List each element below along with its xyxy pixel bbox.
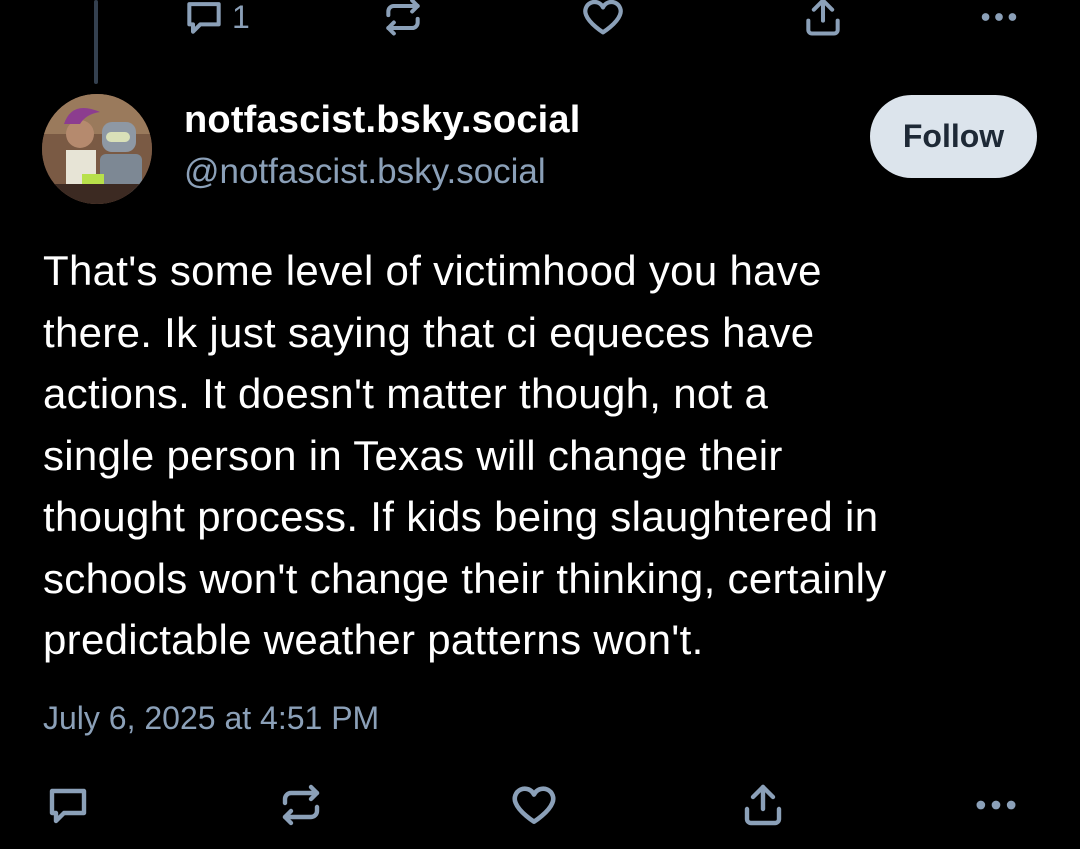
repost-button[interactable] xyxy=(277,770,325,840)
repost-icon xyxy=(282,784,320,826)
share-button[interactable] xyxy=(739,770,787,840)
author-display-name[interactable]: notfascist.bsky.social xyxy=(184,99,581,142)
post-text-line: That's some level of victimhood you have xyxy=(43,247,822,294)
avatar-image xyxy=(42,94,152,204)
more-icon xyxy=(976,800,1016,810)
reply-icon xyxy=(49,788,87,824)
post-text-line: actions. It doesn't matter though, not a xyxy=(43,370,769,417)
more-button[interactable] xyxy=(970,770,1022,840)
parent-post-action-bar: 1 xyxy=(0,0,1080,52)
like-button[interactable] xyxy=(509,770,559,840)
parent-reply-button[interactable]: 1 xyxy=(182,0,250,52)
reply-icon xyxy=(187,2,221,34)
post-text-line: there. Ik just saying that ci equeces ha… xyxy=(43,308,815,356)
parent-share-button[interactable] xyxy=(801,0,845,52)
heart-icon xyxy=(512,786,556,824)
parent-more-button[interactable] xyxy=(976,0,1022,52)
parent-repost-button[interactable] xyxy=(381,0,425,52)
post-text-line: thought process. If kids being slaughter… xyxy=(43,493,879,540)
share-icon xyxy=(806,0,840,36)
follow-button[interactable]: Follow xyxy=(870,95,1037,178)
avatar[interactable] xyxy=(42,94,152,204)
post-text-line: predictable weather patterns won't. xyxy=(43,616,704,663)
post-text: That's some level of victimhood you have… xyxy=(43,240,1053,671)
author-handle[interactable]: @notfascist.bsky.social xyxy=(184,152,546,192)
heart-icon xyxy=(583,0,623,35)
reply-button[interactable] xyxy=(44,770,92,840)
parent-like-button[interactable] xyxy=(580,0,626,52)
post-timestamp: July 6, 2025 at 4:51 PM xyxy=(43,700,380,736)
more-icon xyxy=(981,13,1017,21)
post-action-bar xyxy=(0,770,1080,840)
repost-icon xyxy=(386,0,420,36)
post-text-line: single person in Texas will change their xyxy=(43,431,783,479)
share-icon xyxy=(744,784,782,826)
post-text-line: schools won't change their thinking, cer… xyxy=(43,554,887,602)
parent-reply-count: 1 xyxy=(232,0,250,35)
